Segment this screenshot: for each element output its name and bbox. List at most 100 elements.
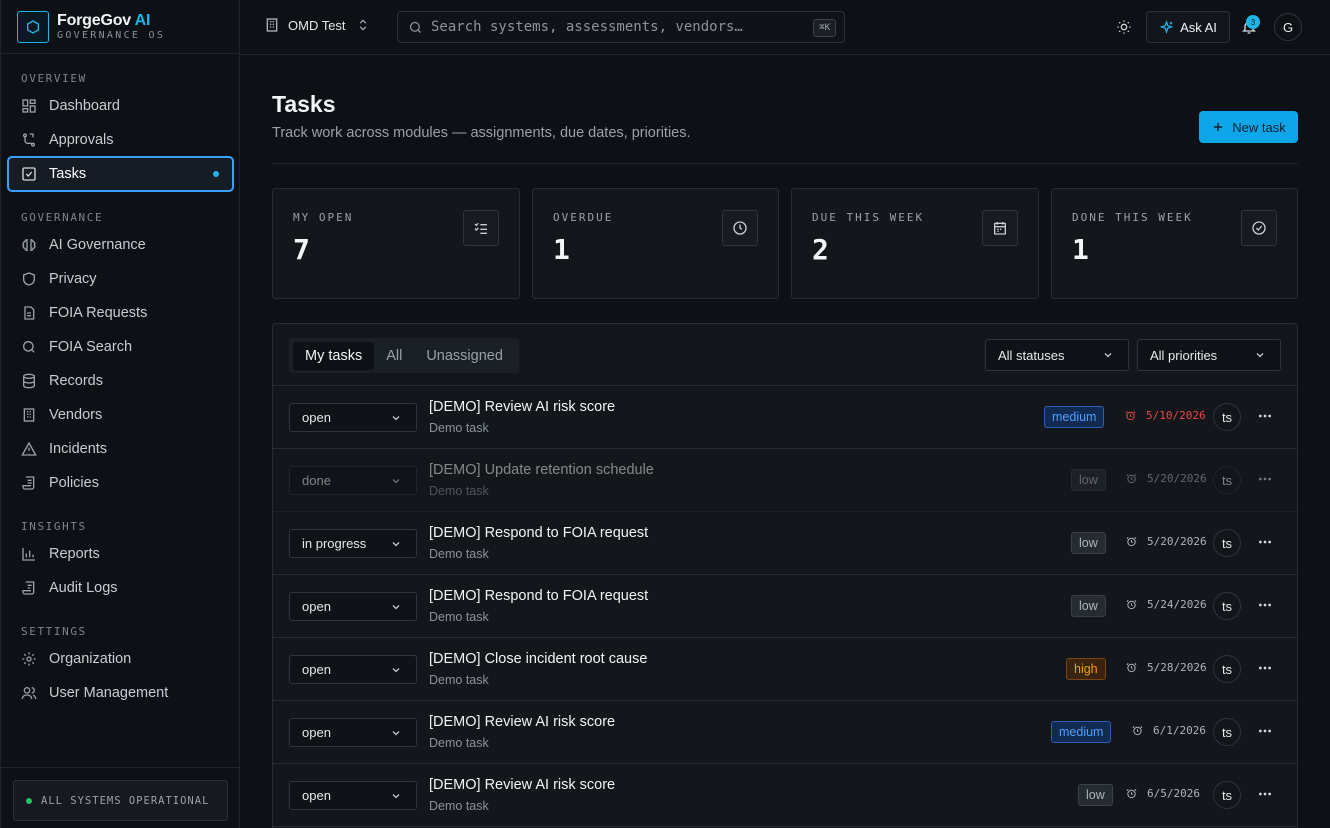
ask-ai-button[interactable]: Ask AI — [1146, 11, 1230, 43]
git-branch-icon — [21, 132, 37, 148]
table-row[interactable]: open [DEMO] Close incident root cause Demo… — [273, 638, 1297, 701]
table-row[interactable]: open [DEMO] Review AI risk score Demo task… — [273, 386, 1297, 449]
sidebar-item-audit-logs[interactable]: Audit Logs — [7, 571, 234, 605]
org-switcher[interactable]: OMD Test — [264, 17, 370, 33]
clock-icon — [722, 210, 758, 246]
alarm-clock-icon — [1125, 410, 1141, 421]
assignee-avatar[interactable]: ts — [1213, 592, 1241, 620]
sidebar-item-vendors[interactable]: Vendors — [7, 398, 234, 432]
task-status-select[interactable]: open — [289, 718, 417, 747]
new-task-button[interactable]: New task — [1199, 111, 1298, 143]
table-row[interactable]: open [DEMO] Respond to FOIA request Demo t… — [273, 575, 1297, 638]
table-row[interactable]: open [DEMO] Review AI risk score Demo task… — [273, 701, 1297, 764]
due-date: 5/28/2026 — [1126, 661, 1207, 674]
brand-name: ForgeGov AI — [57, 11, 151, 29]
task-status-select[interactable]: open — [289, 403, 417, 432]
due-date-text: 6/1/2026 — [1153, 724, 1206, 737]
more-options-icon[interactable] — [1257, 786, 1273, 805]
sidebar-item-user-management[interactable]: User Management — [7, 676, 234, 710]
sidebar-item-label: Organization — [49, 651, 132, 667]
theme-toggle-sun-icon[interactable] — [1116, 19, 1132, 35]
topbar: OMD Test Search systems, assessments, ve… — [240, 0, 1330, 55]
priority-filter-select[interactable]: All priorities — [1137, 339, 1281, 371]
table-row[interactable]: open [DEMO] Review AI risk score Demo task… — [273, 764, 1297, 827]
priority-badge: low — [1071, 469, 1106, 491]
logo-hexagon-icon — [17, 10, 49, 43]
sidebar-item-dashboard[interactable]: Dashboard — [7, 89, 234, 123]
assignee-avatar[interactable]: ts — [1213, 781, 1241, 809]
nav-section-overview: OVERVIEW — [21, 72, 87, 85]
sidebar-item-label: Tasks — [49, 166, 87, 182]
assignee-avatar[interactable]: ts — [1213, 718, 1241, 746]
sidebar-item-foia-search[interactable]: FOIA Search — [7, 330, 234, 364]
brain-icon — [21, 237, 37, 253]
more-options-icon[interactable] — [1257, 723, 1273, 742]
tab-my-tasks[interactable]: My tasks — [293, 341, 375, 370]
search-placeholder: Search systems, assessments, vendors… — [431, 19, 743, 35]
task-title[interactable]: [DEMO] Respond to FOIA request — [429, 588, 648, 604]
sidebar-item-privacy[interactable]: Privacy — [7, 262, 234, 296]
priority-filter-value: All priorities — [1150, 347, 1218, 363]
table-row[interactable]: in progress [DEMO] Respond to FOIA reques… — [273, 512, 1297, 575]
task-subtitle: Demo task — [429, 673, 489, 687]
user-avatar[interactable]: G — [1274, 13, 1302, 41]
chevron-down-icon — [390, 790, 402, 805]
task-title[interactable]: [DEMO] Review AI risk score — [429, 714, 615, 730]
task-title[interactable]: [DEMO] Respond to FOIA request — [429, 525, 648, 541]
more-options-icon[interactable] — [1257, 471, 1273, 490]
sidebar-item-policies[interactable]: Policies — [7, 466, 234, 500]
due-date-text: 5/20/2026 — [1147, 535, 1207, 548]
assignee-avatar[interactable]: ts — [1213, 529, 1241, 557]
task-subtitle: Demo task — [429, 484, 489, 498]
chevron-down-icon — [390, 664, 402, 679]
chevron-down-icon — [390, 412, 402, 427]
more-options-icon[interactable] — [1257, 597, 1273, 616]
task-status-select[interactable]: open — [289, 592, 417, 621]
priority-badge: medium — [1051, 721, 1112, 743]
brand[interactable]: ForgeGov AI GOVERNANCE OS — [1, 0, 239, 54]
sidebar-item-label: Incidents — [49, 441, 108, 457]
sidebar-item-records[interactable]: Records — [7, 364, 234, 398]
sidebar-item-tasks[interactable]: Tasks — [7, 156, 234, 192]
more-options-icon[interactable] — [1257, 660, 1273, 679]
database-icon — [21, 373, 37, 389]
search-shortcut: ⌘K — [813, 19, 836, 37]
search-input[interactable]: Search systems, assessments, vendors… ⌘K — [397, 11, 845, 43]
due-date: 6/1/2026 — [1132, 724, 1206, 737]
sidebar-item-ai-governance[interactable]: AI Governance — [7, 228, 234, 262]
task-subtitle: Demo task — [429, 610, 489, 624]
list-check-icon — [463, 210, 499, 246]
task-status-select[interactable]: open — [289, 781, 417, 810]
task-status-value: in progress — [302, 536, 367, 551]
sidebar-item-reports[interactable]: Reports — [7, 537, 234, 571]
task-status-select[interactable]: done — [289, 466, 417, 495]
task-title[interactable]: [DEMO] Review AI risk score — [429, 777, 615, 793]
task-title[interactable]: [DEMO] Review AI risk score — [429, 399, 615, 415]
task-status-select[interactable]: open — [289, 655, 417, 684]
alarm-clock-icon — [1126, 788, 1142, 799]
status-filter-select[interactable]: All statuses — [985, 339, 1129, 371]
sidebar-item-foia-requests[interactable]: FOIA Requests — [7, 296, 234, 330]
assignee-avatar[interactable]: ts — [1213, 655, 1241, 683]
task-title[interactable]: [DEMO] Close incident root cause — [429, 651, 647, 667]
assignee-avatar[interactable]: ts — [1213, 466, 1241, 494]
log-icon — [21, 580, 37, 596]
task-status-select[interactable]: in progress — [289, 529, 417, 558]
new-task-label: New task — [1232, 119, 1286, 135]
more-options-icon[interactable] — [1257, 408, 1273, 427]
table-row[interactable]: done [DEMO] Update retention schedule Demo… — [273, 449, 1297, 512]
tab-all[interactable]: All — [374, 342, 414, 370]
sidebar-item-organization[interactable]: Organization — [7, 642, 234, 676]
more-options-icon[interactable] — [1257, 534, 1273, 553]
tab-unassigned[interactable]: Unassigned — [414, 342, 515, 370]
sidebar-item-incidents[interactable]: Incidents — [7, 432, 234, 466]
task-title[interactable]: [DEMO] Update retention schedule — [429, 462, 654, 478]
brand-subtitle: GOVERNANCE OS — [57, 29, 166, 41]
ask-ai-label: Ask AI — [1180, 19, 1217, 35]
sidebar-divider — [1, 767, 240, 768]
task-subtitle: Demo task — [429, 547, 489, 561]
assignee-avatar[interactable]: ts — [1213, 403, 1241, 431]
file-icon — [21, 305, 37, 321]
sidebar-item-approvals[interactable]: Approvals — [7, 123, 234, 157]
check-circle-icon — [1241, 210, 1277, 246]
